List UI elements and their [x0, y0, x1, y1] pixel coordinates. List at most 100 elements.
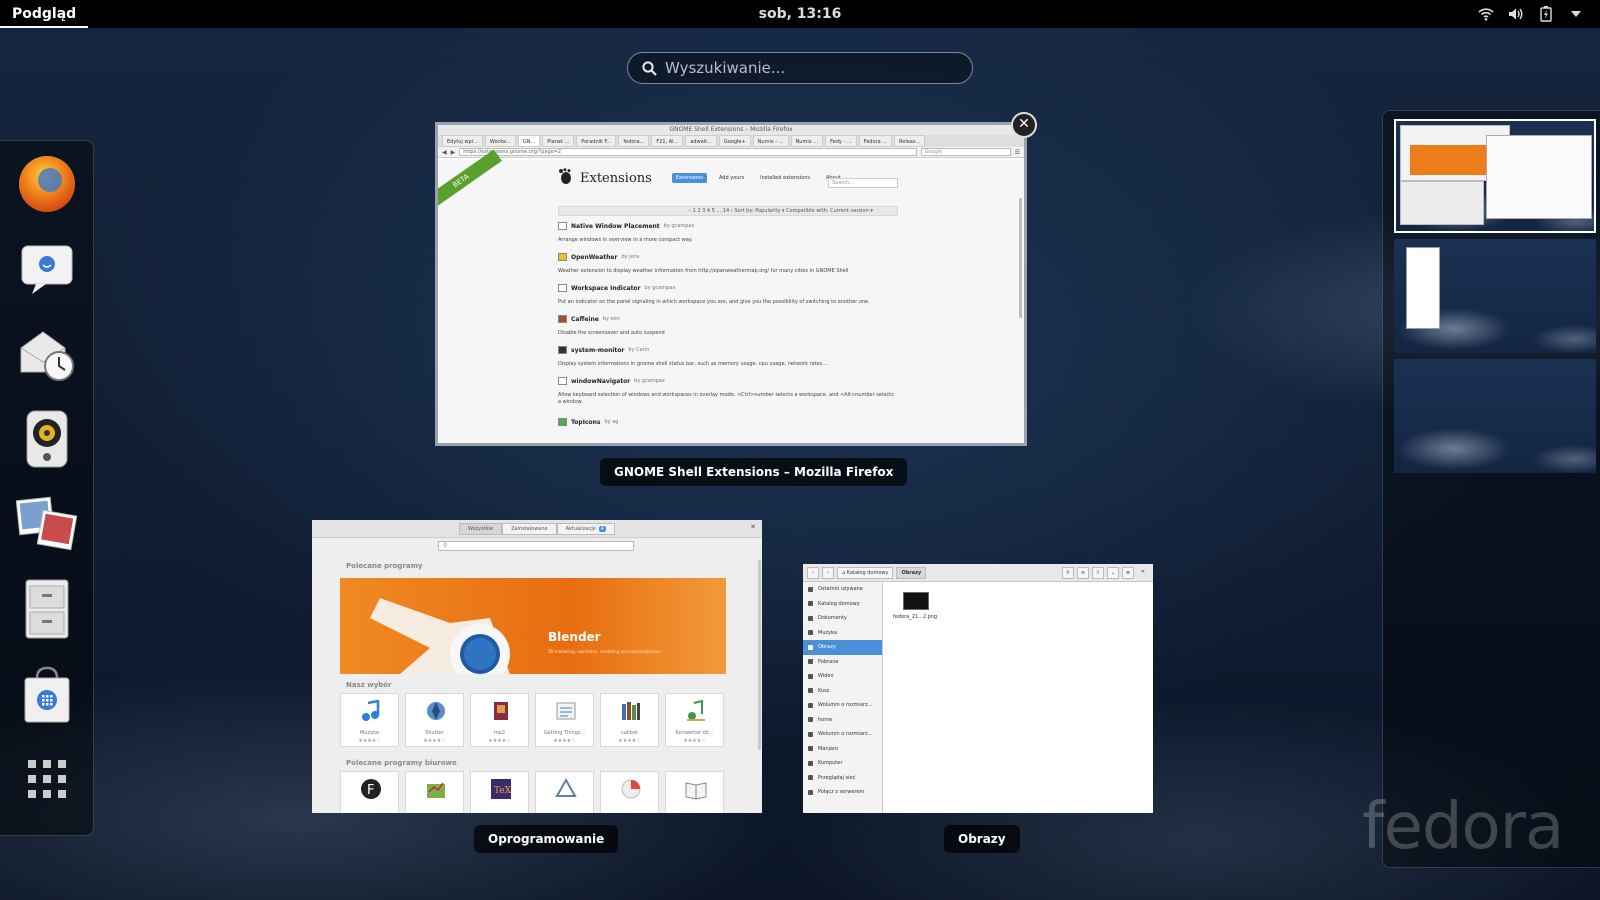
- extension-name[interactable]: windowNavigator: [571, 378, 630, 385]
- sidebar-item-trash[interactable]: Kosz: [803, 684, 882, 699]
- status-area[interactable]: [1476, 4, 1586, 24]
- tab[interactable]: fedora...: [618, 135, 650, 147]
- close-window-button[interactable]: ✕: [1011, 112, 1037, 138]
- workspace-1[interactable]: [1394, 119, 1596, 233]
- scrollbar[interactable]: [758, 560, 761, 750]
- tab[interactable]: Fedy - ...: [825, 135, 857, 147]
- show-apps-grid-icon[interactable]: [14, 746, 80, 812]
- extension-author[interactable]: by gcampax: [645, 285, 676, 291]
- extension-name[interactable]: OpenWeather: [571, 254, 617, 261]
- workspace-2[interactable]: [1394, 239, 1596, 353]
- app-tile[interactable]: TeX: [470, 771, 529, 813]
- extension-name[interactable]: Native Window Placement: [571, 223, 660, 230]
- list-view-icon[interactable]: ≡: [1077, 566, 1089, 579]
- app-tile[interactable]: Konwerter dź... ★★★★☆: [665, 693, 724, 747]
- search-engine-box[interactable]: Google: [920, 148, 1011, 156]
- wifi-icon[interactable]: [1476, 4, 1496, 24]
- sidebar-item-recent[interactable]: Ostatnio używane: [803, 582, 882, 597]
- extension-author[interactable]: by eon: [603, 316, 620, 322]
- firefox-icon[interactable]: [14, 151, 80, 217]
- workspace-3[interactable]: [1394, 359, 1596, 473]
- list-item[interactable]: TopIcons by ag: [558, 418, 918, 426]
- tab-updates[interactable]: Aktualizacje 4: [556, 522, 615, 535]
- extension-name[interactable]: TopIcons: [571, 419, 600, 426]
- tab-all[interactable]: Wszystkie: [459, 522, 503, 535]
- firefox-window[interactable]: GNOME Shell Extensions – Mozilla Firefox…: [435, 122, 1027, 446]
- featured-banner[interactable]: Blender 3D modelling, animation, renderi…: [340, 578, 726, 674]
- extension-author[interactable]: by ag: [604, 419, 618, 425]
- sidebar-item-connect-server[interactable]: Połącz z serwerem: [803, 785, 882, 800]
- url-bar[interactable]: https://extensions.gnome.org/?page=2: [459, 148, 917, 156]
- extension-author[interactable]: by jens: [621, 254, 639, 260]
- extension-name[interactable]: system-monitor: [571, 347, 624, 354]
- pager[interactable]: ‹ 1 2 3 4 5 ... 14 › Sort by: Popularity…: [558, 206, 898, 216]
- breadcrumb-home[interactable]: ⌂ Katalog domowy: [837, 566, 894, 579]
- app-tile[interactable]: Shutter ★★★★☆: [405, 693, 464, 747]
- forward-button[interactable]: ›: [822, 566, 834, 579]
- sidebar-item-computer[interactable]: Komputer: [803, 756, 882, 771]
- breadcrumb-current[interactable]: Obrazy: [896, 566, 927, 579]
- extension-author[interactable]: by Cerin: [628, 347, 649, 353]
- app-tile[interactable]: [535, 771, 594, 813]
- extension-name[interactable]: Workspace Indicator: [571, 285, 641, 292]
- search-icon[interactable]: ⚲: [1062, 566, 1074, 579]
- back-button[interactable]: ‹: [807, 566, 819, 579]
- list-item[interactable]: Native Window Placement by gcampax Arrang…: [558, 222, 918, 244]
- back-icon[interactable]: ◀: [442, 149, 447, 156]
- menu-icon[interactable]: ≣: [1122, 566, 1134, 579]
- extension-author[interactable]: by gcampax: [664, 223, 695, 229]
- shotwell-photos-icon[interactable]: [14, 491, 80, 557]
- app-tile[interactable]: Getting Things... ★★★★☆: [535, 693, 594, 747]
- image-file-icon[interactable]: [903, 592, 929, 610]
- sidebar-item-downloads[interactable]: Pobrane: [803, 655, 882, 670]
- software-search-input[interactable]: ⚲: [438, 541, 634, 551]
- sidebar-item-pictures[interactable]: Obrazy: [803, 640, 882, 655]
- activities-button[interactable]: Podgląd: [0, 0, 89, 28]
- tab[interactable]: F21, Al...: [651, 135, 684, 147]
- tab[interactable]: Google+: [718, 135, 751, 147]
- sidebar-item-volume[interactable]: Wolumin o rozmiarz...: [803, 727, 882, 742]
- tab[interactable]: Releas...: [894, 135, 926, 147]
- file-name[interactable]: fedora_21...2.png: [893, 614, 937, 620]
- arrow-down-icon[interactable]: [1566, 4, 1586, 24]
- forward-icon[interactable]: ▶: [451, 149, 456, 156]
- tab[interactable]: GN...: [517, 135, 541, 147]
- list-item[interactable]: OpenWeather by jens Weather extension to …: [558, 253, 918, 275]
- app-tile[interactable]: mp2 ★★★★☆: [470, 693, 529, 747]
- scrollbar[interactable]: [1019, 198, 1022, 318]
- chevron-down-icon[interactable]: ⌄: [1107, 566, 1119, 579]
- sidebar-item-music[interactable]: Muzyka: [803, 626, 882, 641]
- app-tile[interactable]: Muzyka ★★★★☆: [340, 693, 399, 747]
- evolution-mail-icon[interactable]: [14, 321, 80, 387]
- empathy-chat-icon[interactable]: [14, 236, 80, 302]
- nav-add-yours[interactable]: Add yours: [715, 173, 748, 183]
- list-item[interactable]: Workspace Indicator by gcampax Put an ind…: [558, 284, 918, 306]
- extension-name[interactable]: Caffeine: [571, 316, 599, 323]
- search-input[interactable]: [665, 59, 945, 77]
- sidebar-item-manjaro[interactable]: Manjaro: [803, 742, 882, 757]
- volume-icon[interactable]: [1506, 4, 1526, 24]
- tab[interactable]: adwait...: [685, 135, 717, 147]
- app-tile[interactable]: [600, 771, 659, 813]
- tab-installed[interactable]: Zainstalowane: [502, 522, 557, 535]
- tab[interactable]: Poradnik F...: [576, 135, 617, 147]
- list-item[interactable]: windowNavigator by gcampax Allow keyboard…: [558, 377, 918, 406]
- sidebar-item-network[interactable]: Przeglądaj sieć: [803, 771, 882, 786]
- app-tile[interactable]: calibre ★★★★☆: [600, 693, 659, 747]
- menu-icon[interactable]: ☰: [1015, 149, 1020, 156]
- nav-extensions[interactable]: Extensions: [671, 173, 707, 183]
- sidebar-item-videos[interactable]: Wideo: [803, 669, 882, 684]
- app-tile[interactable]: [405, 771, 464, 813]
- close-icon[interactable]: ✕: [750, 523, 756, 531]
- battery-icon[interactable]: [1536, 4, 1556, 24]
- list-item[interactable]: Caffeine by eon Disable the screensaver a…: [558, 315, 918, 337]
- close-icon[interactable]: ✕: [1137, 567, 1149, 579]
- tab[interactable]: Fedora ...: [858, 135, 893, 147]
- sidebar-item-volume[interactable]: Wolumin o rozmiarz...: [803, 698, 882, 713]
- app-tile[interactable]: F: [340, 771, 399, 813]
- sidebar-item-home[interactable]: Katalog domowy: [803, 597, 882, 612]
- rhythmbox-speaker-icon[interactable]: [14, 406, 80, 472]
- list-item[interactable]: system-monitor by Cerin Display system in…: [558, 346, 918, 368]
- files-window[interactable]: ‹ › ⌂ Katalog domowy Obrazy ⚲ ≡ ⁞⁞ ⌄ ≣ ✕…: [803, 564, 1153, 813]
- tab[interactable]: Wocke...: [484, 135, 516, 147]
